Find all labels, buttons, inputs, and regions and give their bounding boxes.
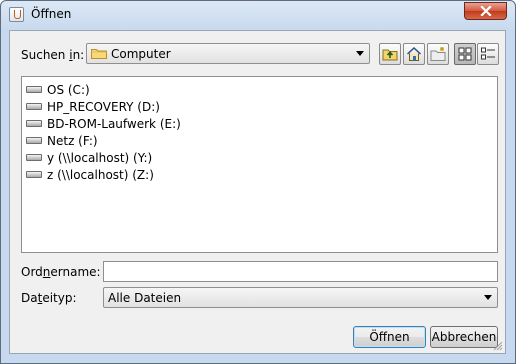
home-button[interactable] bbox=[403, 43, 425, 65]
open-dialog-window: Öffnen Suchen in: Computer OS (C:) HP_RE… bbox=[0, 0, 516, 364]
list-view-icon bbox=[458, 47, 472, 61]
folder-up-icon bbox=[382, 49, 398, 61]
list-item[interactable]: HP_RECOVERY (D:) bbox=[26, 98, 160, 115]
list-item-label: z (\\localhost) (Z:) bbox=[47, 167, 154, 182]
folder-name-field[interactable] bbox=[103, 261, 498, 282]
list-item-label: BD-ROM-Laufwerk (E:) bbox=[47, 116, 181, 131]
file-type-label: Dateityp: bbox=[21, 291, 77, 305]
up-one-level-button[interactable] bbox=[379, 43, 401, 65]
details-view-icon bbox=[481, 47, 495, 60]
look-in-value: Computer bbox=[111, 47, 171, 61]
chevron-down-icon bbox=[356, 51, 364, 56]
title-bar[interactable]: Öffnen bbox=[1, 1, 515, 29]
dialog-body: Suchen in: Computer OS (C:) HP_RECOVERY … bbox=[9, 30, 506, 354]
list-item-label: HP_RECOVERY (D:) bbox=[47, 99, 160, 114]
drive-icon bbox=[26, 103, 42, 110]
list-item-label: OS (C:) bbox=[47, 82, 90, 97]
list-item[interactable]: BD-ROM-Laufwerk (E:) bbox=[26, 115, 181, 132]
new-folder-button[interactable] bbox=[427, 43, 449, 65]
drive-icon bbox=[26, 120, 42, 127]
list-item[interactable]: z (\\localhost) (Z:) bbox=[26, 166, 154, 183]
drive-icon bbox=[26, 86, 42, 93]
file-list[interactable]: OS (C:) HP_RECOVERY (D:) BD-ROM-Laufwerk… bbox=[21, 76, 498, 253]
look-in-combobox[interactable]: Computer bbox=[86, 43, 370, 64]
list-item[interactable]: Netz (F:) bbox=[26, 132, 98, 149]
close-button[interactable] bbox=[464, 2, 507, 20]
window-title: Öffnen bbox=[31, 7, 72, 21]
list-item[interactable]: y (\\localhost) (Y:) bbox=[26, 149, 152, 166]
folder-icon bbox=[91, 49, 107, 59]
file-type-combobox[interactable]: Alle Dateien bbox=[103, 287, 498, 308]
list-item[interactable]: OS (C:) bbox=[26, 81, 90, 98]
drive-icon bbox=[26, 137, 42, 144]
chevron-down-icon bbox=[484, 295, 492, 300]
new-folder-icon bbox=[430, 47, 446, 61]
open-button[interactable]: Öffnen bbox=[353, 326, 426, 348]
drive-icon bbox=[26, 171, 42, 178]
cancel-button[interactable]: Abbrechen bbox=[430, 326, 498, 348]
home-icon bbox=[406, 46, 422, 61]
drive-icon bbox=[26, 154, 42, 161]
resize-grip-icon[interactable] bbox=[493, 341, 503, 351]
list-item-label: y (\\localhost) (Y:) bbox=[47, 150, 153, 165]
details-view-button[interactable] bbox=[477, 43, 499, 65]
file-type-value: Alle Dateien bbox=[108, 291, 182, 305]
folder-name-label: Ordnername: bbox=[21, 265, 101, 279]
list-view-button[interactable] bbox=[454, 43, 476, 65]
list-item-label: Netz (F:) bbox=[47, 133, 98, 148]
close-icon bbox=[479, 6, 492, 16]
java-app-icon bbox=[9, 7, 24, 22]
look-in-label: Suchen in: bbox=[21, 48, 85, 62]
